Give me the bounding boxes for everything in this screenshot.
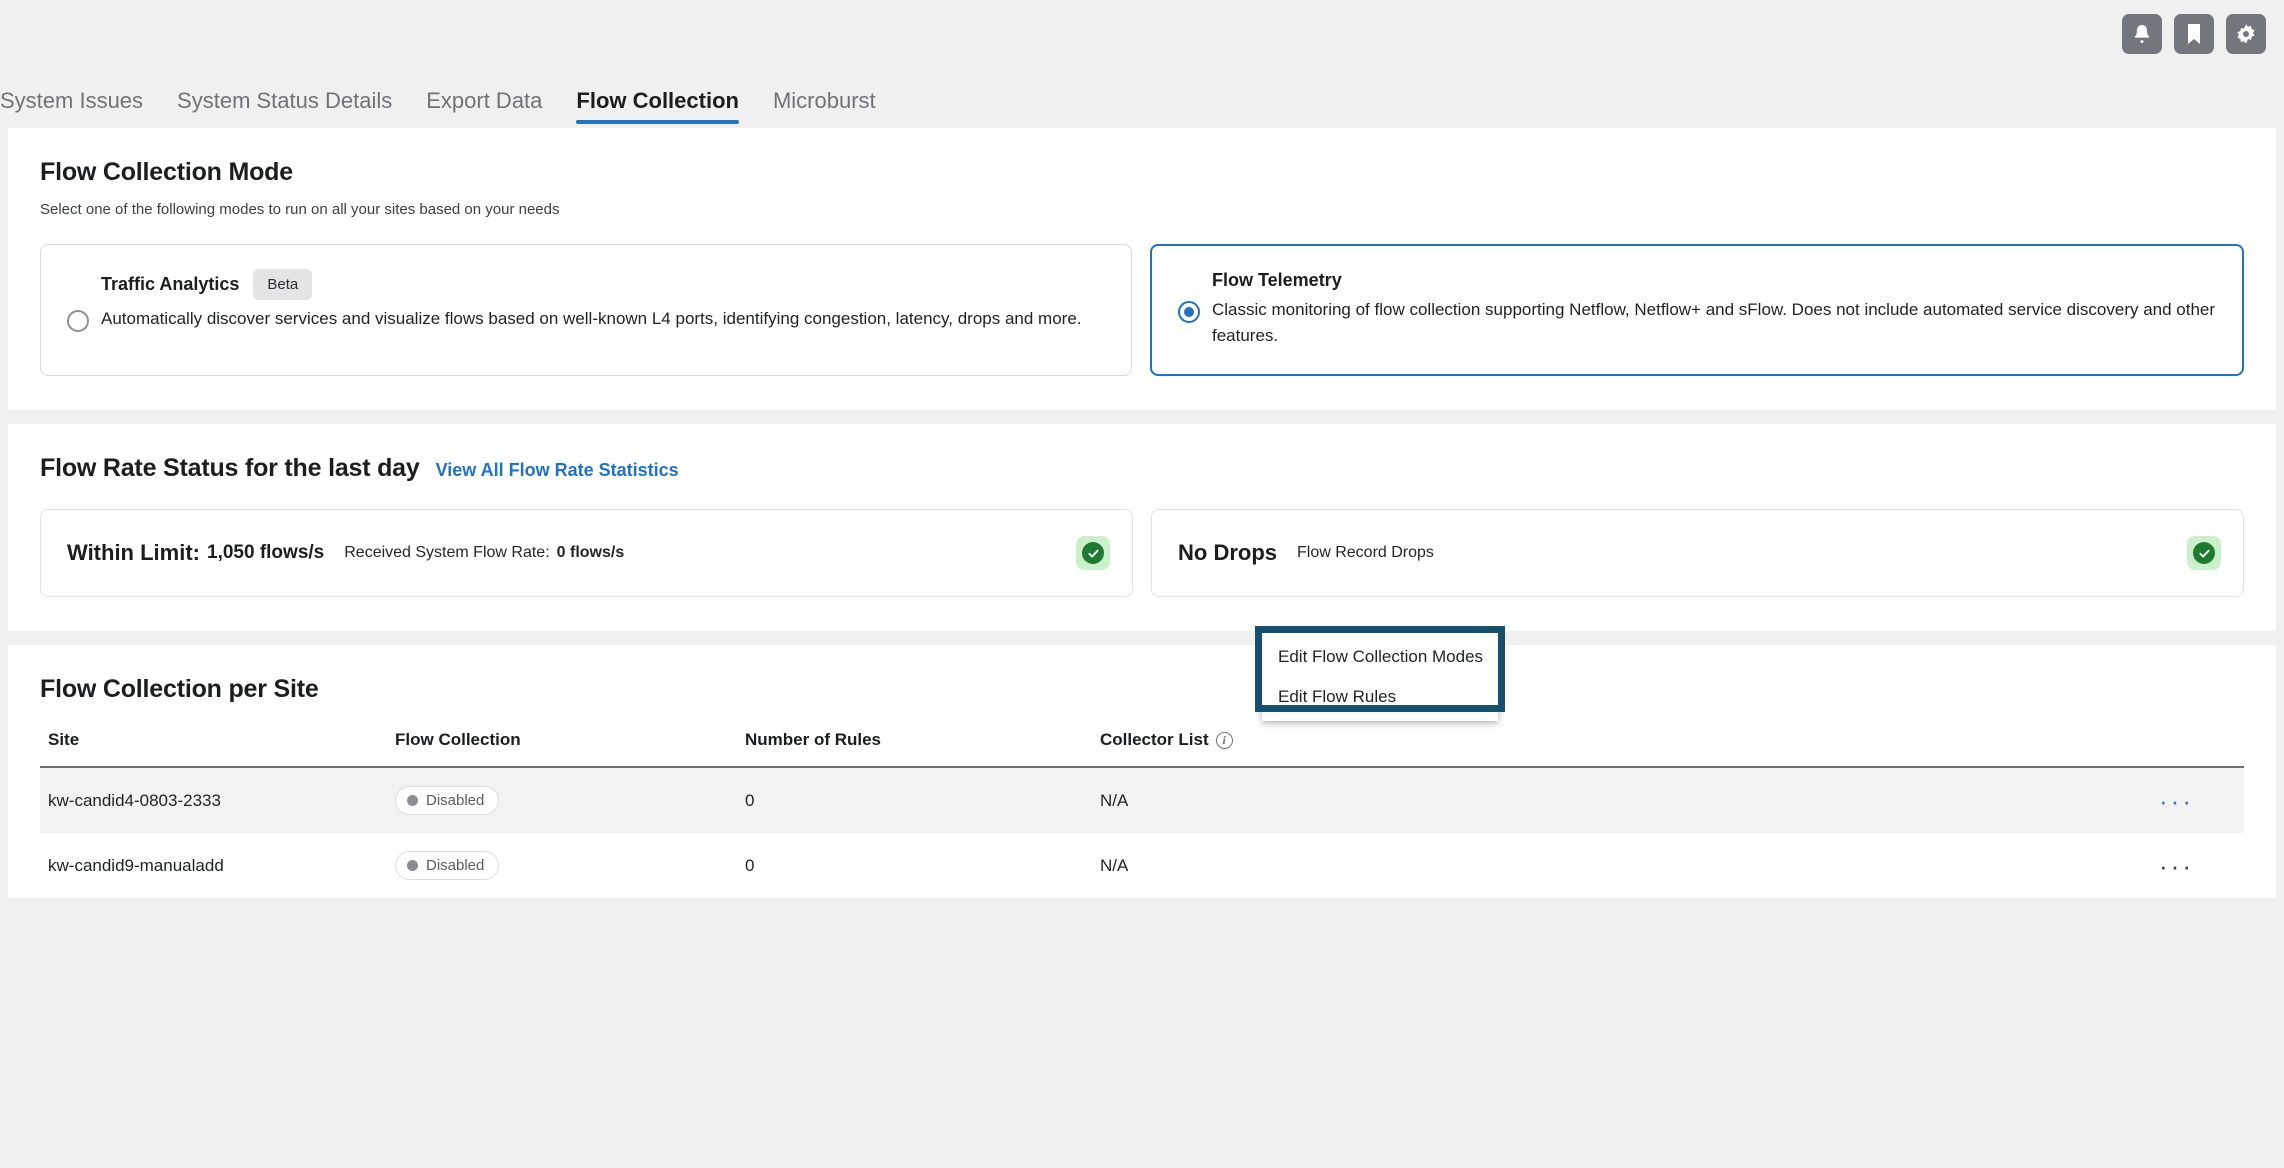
cell-collector-list: N/A	[1100, 767, 1570, 833]
view-all-flow-rate-statistics-link[interactable]: View All Flow Rate Statistics	[436, 460, 679, 481]
table-header-row: Site Flow Collection Number of Rules Col…	[40, 704, 2244, 768]
no-drops-label: No Drops	[1178, 540, 1277, 565]
radio-flow-telemetry[interactable]	[1178, 301, 1200, 323]
column-header-actions	[1570, 704, 2244, 768]
check-icon	[2193, 542, 2215, 564]
mode-option-description: Classic monitoring of flow collection su…	[1212, 300, 2216, 345]
column-header-site[interactable]: Site	[40, 704, 395, 768]
within-limit-stat-card: Within Limit: 1,050 flows/s Received Sys…	[40, 509, 1133, 597]
mode-option-title: Traffic Analytics	[101, 274, 240, 294]
flow-record-drops-label: Flow Record Drops	[1297, 544, 1434, 561]
flow-collection-per-site-title: Flow Collection per Site	[40, 675, 319, 703]
settings-gear-icon[interactable]	[2226, 14, 2266, 54]
tab-system-issues[interactable]: System Issues	[0, 88, 143, 128]
sites-table: Site Flow Collection Number of Rules Col…	[40, 704, 2244, 898]
cell-flow-collection: Disabled	[395, 767, 745, 833]
cell-flow-collection: Disabled	[395, 833, 745, 898]
top-bar-icon-group	[2122, 14, 2266, 54]
dropdown-highlight-annotation	[1255, 626, 1505, 712]
mode-option-description: Automatically discover services and visu…	[101, 309, 1082, 328]
no-drops-stat-card: No Drops Flow Record Drops	[1151, 509, 2244, 597]
column-header-flow-collection[interactable]: Flow Collection	[395, 704, 745, 768]
tab-flow-collection[interactable]: Flow Collection	[576, 88, 739, 128]
status-badge-ok	[2187, 536, 2221, 570]
top-bar	[0, 0, 2284, 68]
cell-site: kw-candid9-manualadd	[48, 855, 224, 875]
info-icon[interactable]: i	[1215, 732, 1233, 749]
status-badge-disabled: Disabled	[395, 786, 500, 815]
status-badge-disabled: Disabled	[395, 851, 500, 880]
cell-number-of-rules: 0	[745, 767, 1100, 833]
tab-export-data[interactable]: Export Data	[426, 88, 542, 128]
notifications-icon[interactable]	[2122, 14, 2162, 54]
status-dot-icon	[407, 860, 418, 871]
radio-traffic-analytics[interactable]	[67, 310, 89, 332]
row-actions-menu-button[interactable]: ···	[1570, 767, 2244, 833]
flow-collection-mode-title: Flow Collection Mode	[40, 158, 293, 186]
cell-site: kw-candid4-0803-2333	[40, 767, 395, 833]
within-limit-label: Within Limit:	[67, 540, 200, 565]
table-row[interactable]: kw-candid4-0803-2333 Disabled 0 N/A ···	[40, 767, 2244, 833]
table-row[interactable]: kw-candid9-manualadd Disabled 0 N/A ···	[40, 833, 2244, 898]
beta-badge: Beta	[253, 269, 313, 300]
flow-rate-status-title: Flow Rate Status for the last day	[40, 454, 420, 482]
column-header-number-of-rules[interactable]: Number of Rules	[745, 704, 1100, 768]
mode-option-flow-telemetry[interactable]: Flow Telemetry Classic monitoring of flo…	[1150, 244, 2244, 376]
status-badge-ok	[1076, 536, 1110, 570]
status-dot-icon	[407, 795, 418, 806]
flow-collection-mode-subtitle: Select one of the following modes to run…	[40, 201, 560, 218]
flow-rate-status-card: Flow Rate Status for the last day View A…	[8, 424, 2276, 631]
mode-option-title: Flow Telemetry	[1212, 270, 1342, 290]
tab-microburst[interactable]: Microburst	[773, 88, 876, 128]
check-icon	[1082, 542, 1104, 564]
mode-option-traffic-analytics[interactable]: Traffic Analytics Beta Automatically dis…	[40, 244, 1132, 376]
cell-number-of-rules: 0	[745, 855, 755, 875]
flow-rate-stat-group: Within Limit: 1,050 flows/s Received Sys…	[40, 509, 2244, 597]
sites-table-wrapper: Site Flow Collection Number of Rules Col…	[40, 626, 2244, 898]
within-limit-value: 1,050 flows/s	[207, 542, 325, 563]
received-system-flow-rate-label: Received System Flow Rate:	[344, 544, 550, 561]
flow-collection-per-site-card: Flow Collection per Site Site Flow Colle…	[8, 626, 2276, 898]
row-actions-menu-button[interactable]: ···	[1570, 833, 2244, 898]
tab-system-status-details[interactable]: System Status Details	[177, 88, 392, 128]
bookmark-icon[interactable]	[2174, 14, 2214, 54]
tab-bar: System Issues System Status Details Expo…	[0, 68, 2284, 128]
column-header-collector-list-label: Collector List	[1100, 730, 1209, 749]
status-badge-label: Disabled	[426, 792, 485, 809]
cell-collector-list: N/A	[1100, 855, 1129, 875]
status-badge-label: Disabled	[426, 857, 485, 874]
received-system-flow-rate-value: 0 flows/s	[556, 544, 625, 561]
mode-option-group: Traffic Analytics Beta Automatically dis…	[40, 244, 2244, 376]
flow-collection-mode-card: Flow Collection Mode Select one of the f…	[8, 128, 2276, 410]
